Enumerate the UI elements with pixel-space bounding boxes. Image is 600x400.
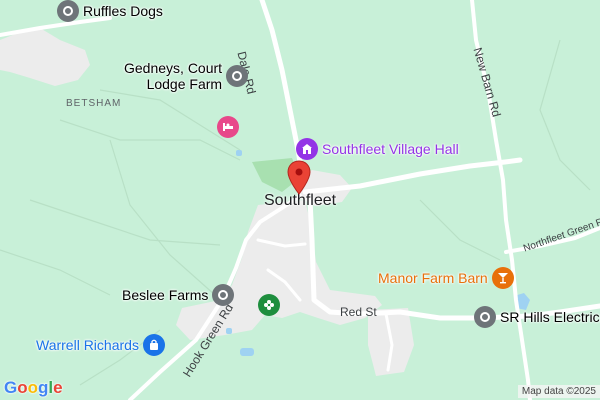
poi-label-beslee-farms: Beslee Farms <box>122 287 209 303</box>
map-attribution[interactable]: Map data ©2025 <box>517 385 600 398</box>
village-south-urban-area <box>176 200 382 340</box>
poi-label-sr-hills: SR Hills Electrica <box>500 309 600 325</box>
poi-label-warrell-richards: Warrell Richards <box>36 337 139 353</box>
google-logo-letter: o <box>27 378 39 397</box>
track-4 <box>0 249 111 296</box>
map-canvas[interactable]: Dale Rd New Barn Rd Northfleet Green R R… <box>0 0 600 400</box>
poi-gedneys-court-lodge-farm[interactable]: Gedneys, Court Lodge Farm <box>124 60 249 92</box>
betsham-urban-area <box>0 28 90 86</box>
map-pin-icon[interactable] <box>287 160 311 196</box>
google-logo-letter: e <box>53 378 63 397</box>
poi-label-gedneys: Gedneys, Court Lodge Farm <box>124 60 222 92</box>
poi-label-gedneys-line1: Gedneys, Court <box>124 60 223 76</box>
poi-hotel[interactable] <box>217 116 239 138</box>
place-icon <box>474 306 496 328</box>
poi-label-village-hall: Southfleet Village Hall <box>322 141 459 157</box>
pond-4 <box>236 150 242 156</box>
google-logo[interactable]: Google <box>4 378 63 398</box>
hotel-icon <box>217 116 239 138</box>
poi-label-ruffles-dogs: Ruffles Dogs <box>83 3 163 19</box>
pond-1 <box>240 348 254 356</box>
poi-label-manor-farm-barn: Manor Farm Barn <box>378 270 488 286</box>
hall-icon <box>296 138 318 160</box>
google-logo-letter: G <box>4 378 18 397</box>
google-logo-letter: o <box>17 378 28 397</box>
google-logo-letter: g <box>38 378 49 397</box>
place-icon <box>212 284 235 306</box>
track-7 <box>539 39 591 191</box>
poi-sr-hills-electrical[interactable]: SR Hills Electrica <box>474 306 600 328</box>
shopping-bag-icon <box>142 334 165 356</box>
poi-ruffles-dogs[interactable]: Ruffles Dogs <box>57 0 163 22</box>
place-icon <box>57 0 79 22</box>
poi-manor-farm-barn[interactable]: Manor Farm Barn <box>378 267 514 289</box>
poi-park[interactable] <box>258 294 280 316</box>
track-3 <box>29 199 221 246</box>
place-icon <box>226 65 249 87</box>
poi-beslee-farms[interactable]: Beslee Farms <box>122 284 235 306</box>
track-2 <box>59 119 241 161</box>
pond-2 <box>226 328 232 334</box>
road-label-red-st: Red St <box>340 305 377 319</box>
poi-label-gedneys-line2: Lodge Farm <box>146 76 223 92</box>
poi-warrell-richards[interactable]: Warrell Richards <box>36 334 165 356</box>
track-6 <box>419 199 501 261</box>
cocktail-icon <box>491 267 514 289</box>
track-5 <box>109 139 216 296</box>
poi-southfleet-village-hall[interactable]: Southfleet Village Hall <box>296 138 459 160</box>
area-label-betsham: BETSHAM <box>66 98 122 109</box>
park-icon <box>258 294 280 316</box>
